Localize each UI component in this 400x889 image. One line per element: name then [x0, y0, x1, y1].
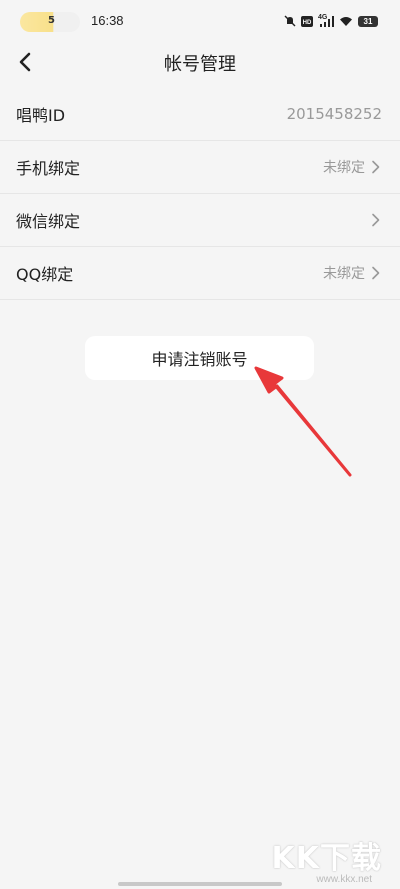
home-indicator[interactable]	[118, 882, 282, 886]
chevron-right-icon	[372, 213, 380, 227]
row-user-id: 唱鸭ID 2015458252	[0, 88, 400, 141]
row-user-id-label: 唱鸭ID	[16, 106, 66, 125]
wifi-icon	[340, 16, 352, 26]
row-phone-binding[interactable]: 手机绑定 未绑定	[0, 141, 400, 194]
page-title: 帐号管理	[164, 54, 236, 75]
signal-icon: 4G	[318, 14, 334, 28]
deactivate-account-button[interactable]: 申请注销账号	[85, 336, 314, 380]
watermark-url: www.kkx.net	[316, 874, 372, 885]
hd-icon: HD	[301, 15, 313, 27]
battery-icon: 31	[358, 15, 378, 27]
row-qq-binding[interactable]: QQ绑定 未绑定	[0, 247, 400, 300]
clock: 16:38	[91, 13, 124, 28]
row-wechat-binding[interactable]: 微信绑定	[0, 194, 400, 247]
row-phone-binding-label: 手机绑定	[16, 159, 81, 178]
chevron-right-icon	[372, 266, 380, 280]
status-bar: 5 16:38 HD 4G 31	[0, 0, 400, 42]
watermark-logo: KK下载	[271, 841, 382, 876]
chevron-right-icon	[372, 160, 380, 174]
row-qq-binding-status: 未绑定	[323, 266, 365, 282]
mute-icon	[284, 15, 296, 27]
row-wechat-binding-label: 微信绑定	[16, 212, 81, 231]
row-user-id-value: 2015458252	[286, 105, 382, 123]
status-pill-number: 5	[48, 15, 55, 26]
row-qq-binding-label: QQ绑定	[16, 265, 74, 284]
row-phone-binding-status: 未绑定	[323, 160, 365, 176]
svg-text:HD: HD	[303, 20, 312, 26]
status-pill: 5	[20, 12, 80, 32]
system-icons: HD 4G 31	[284, 12, 378, 30]
nav-bar: 帐号管理	[0, 42, 400, 88]
settings-list: 唱鸭ID 2015458252 手机绑定 未绑定 微信绑定 QQ绑定 未绑定	[0, 88, 400, 300]
